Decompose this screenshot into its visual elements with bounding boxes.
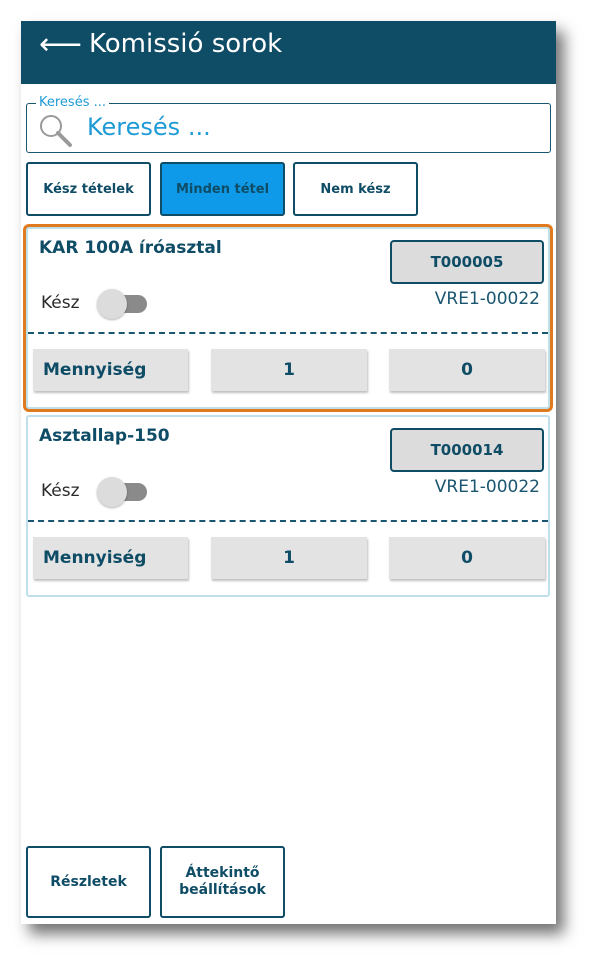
done-toggle[interactable]	[97, 289, 149, 319]
toggle-knob	[97, 289, 127, 319]
item-title: KAR 100A íróasztal	[39, 238, 222, 258]
page-title: Komissió sorok	[89, 29, 283, 59]
done-label: Kész	[41, 481, 80, 501]
app-header: ⟵ Komissió sorok	[21, 21, 556, 84]
item-title: Asztallap-150	[39, 426, 170, 446]
toggle-knob	[97, 477, 127, 507]
filter-all-button[interactable]: Minden tétel	[160, 162, 285, 216]
search-input[interactable]: Keresés ...	[87, 112, 211, 142]
quantity-label: Mennyiség	[33, 537, 188, 579]
filter-not-done-button[interactable]: Nem kész	[293, 162, 418, 216]
done-quantity-value[interactable]: 0	[389, 349, 545, 391]
search-icon	[40, 115, 72, 147]
dashed-divider	[28, 520, 548, 522]
arrow-left-icon[interactable]: ⟵	[39, 25, 82, 65]
quantity-value[interactable]: 1	[211, 349, 367, 391]
item-reference: VRE1-00022	[434, 289, 540, 309]
dashed-divider	[28, 332, 548, 334]
search-legend: Keresés ...	[36, 95, 110, 111]
quantity-label: Mennyiség	[33, 349, 188, 391]
item-code-button[interactable]: T000005	[390, 240, 544, 284]
done-quantity-value[interactable]: 0	[389, 537, 545, 579]
search-field[interactable]: Keresés ... Keresés ...	[26, 95, 551, 153]
item-card[interactable]: Asztallap-150 T000014 VRE1-00022 Kész Me…	[26, 415, 550, 597]
overview-settings-button[interactable]: Áttekintő beállítások	[160, 846, 285, 918]
item-code-button[interactable]: T000014	[390, 428, 544, 472]
done-toggle[interactable]	[97, 477, 149, 507]
details-button[interactable]: Részletek	[26, 846, 151, 918]
filter-done-button[interactable]: Kész tételek	[26, 162, 151, 216]
quantity-value[interactable]: 1	[211, 537, 367, 579]
item-card[interactable]: KAR 100A íróasztal T000005 VRE1-00022 Ké…	[26, 227, 550, 409]
done-label: Kész	[41, 293, 80, 313]
item-reference: VRE1-00022	[434, 477, 540, 497]
app-screen: ⟵ Komissió sorok Keresés ... Keresés ...…	[21, 21, 556, 924]
